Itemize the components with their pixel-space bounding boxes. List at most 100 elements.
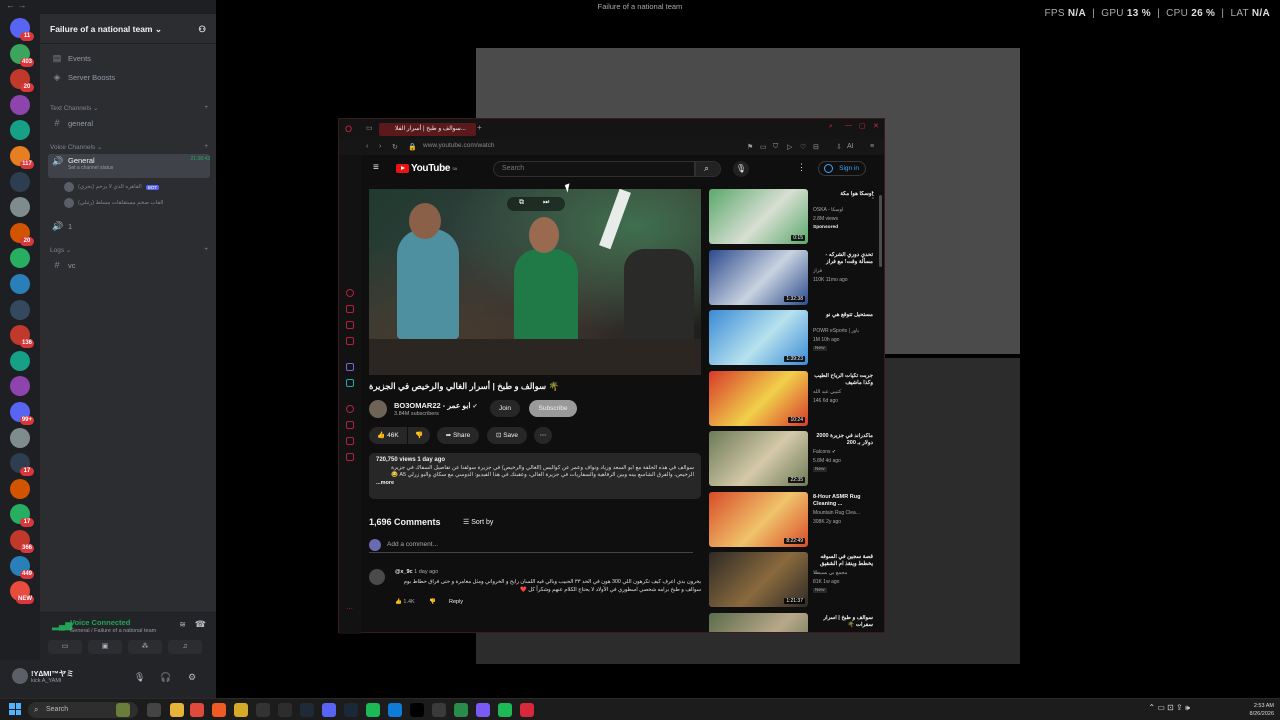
recommended-video[interactable]: 8:22:49 8-Hour ASMR Rug Cleaning ... Mount… — [709, 491, 879, 548]
category-voice-channels[interactable]: Voice Channels ⌄ + — [50, 143, 208, 151]
video-thumbnail[interactable]: 1:32:38 — [709, 249, 808, 305]
camera-button[interactable]: ▭ — [48, 640, 82, 654]
spotify-icon[interactable] — [498, 703, 512, 717]
video-thumbnail[interactable]: 8:22:49 — [709, 491, 808, 547]
reload-icon[interactable]: ↻ — [392, 143, 398, 151]
commenter-avatar[interactable] — [369, 569, 385, 585]
server-icon[interactable]: 366 — [10, 530, 34, 553]
back-icon[interactable]: ‹ — [366, 143, 368, 150]
sidebar-downloads-icon[interactable] — [346, 421, 354, 429]
voice-member[interactable]: القاهره الذي لا يرحم (بحري) BOT — [64, 182, 210, 192]
server-icon[interactable] — [10, 350, 30, 371]
next-icon[interactable]: ⏭ — [543, 199, 549, 207]
voice-member[interactable]: القاب صخم مستقلقات مسلط (رتبلي) — [64, 198, 210, 208]
channel-status[interactable]: Set a channel status — [68, 165, 113, 171]
opera-logo-icon[interactable]: O — [345, 124, 352, 134]
add-channel-icon[interactable]: + — [204, 143, 208, 151]
comment-reply-button[interactable]: Reply — [449, 599, 463, 605]
sign-in-button[interactable]: Sign in — [818, 161, 866, 176]
category-text-channels[interactable]: Text Channels ⌄ + — [50, 104, 208, 112]
recommended-video[interactable]: 22:35 ماكدراند في جزيرة 2000 دولار بـ 200… — [709, 431, 879, 487]
widgets-icon[interactable] — [116, 703, 130, 717]
like-button[interactable]: 👍 46K — [369, 427, 407, 444]
server-icon[interactable]: 20 — [10, 69, 34, 93]
recommended-video[interactable]: 1:32:38 تحدي دوري الشركه - مسألة وقت! مع … — [709, 249, 879, 306]
explorer-icon[interactable] — [170, 703, 184, 717]
x-icon[interactable] — [410, 703, 424, 717]
tray-icons[interactable]: ⌃ ▭ ⊡ ⇪ 🕪 — [1148, 703, 1190, 713]
channel-name[interactable]: BO3OMAR22 - ابو عمر ✔ — [394, 401, 478, 410]
video-thumbnail[interactable]: 10:24 — [709, 370, 808, 426]
more-vert-icon[interactable]: ⋮ — [869, 191, 877, 200]
voice-connected-subtitle[interactable]: General / Failure of a national team — [70, 628, 156, 634]
download-icon[interactable]: ⇩ — [836, 143, 842, 151]
video-thumbnail[interactable] — [709, 612, 808, 632]
server-icon[interactable]: 117 — [10, 146, 34, 169]
comment-like-button[interactable]: 👍 1.4K — [395, 599, 415, 605]
youtube-logo[interactable]: YouTube SA — [396, 163, 457, 174]
heart-icon[interactable]: ♡ — [800, 143, 806, 151]
menu-icon[interactable]: ≡ — [870, 143, 874, 150]
store-icon[interactable] — [432, 703, 446, 717]
user-avatar[interactable] — [12, 668, 28, 684]
disconnect-icon[interactable]: ☎ — [195, 619, 206, 630]
more-link[interactable]: ...more — [376, 480, 694, 488]
bookmark-icon[interactable]: ⚑ — [747, 143, 753, 151]
voice-channel-general[interactable]: 🔊 General Set a channel status 21:38:43 — [48, 154, 210, 178]
hamburger-menu-icon[interactable]: ≡ — [373, 162, 379, 173]
video-thumbnail[interactable]: 1:39:23 — [709, 310, 808, 365]
activities-button[interactable]: ⁂ — [128, 640, 162, 654]
edge-icon[interactable] — [388, 703, 402, 717]
play-icon[interactable]: ▷ — [787, 143, 792, 151]
server-icon[interactable] — [10, 248, 30, 269]
more-vert-icon[interactable]: ⋮ — [797, 162, 806, 173]
share-button[interactable]: ➦ Share — [437, 427, 479, 444]
server-icon[interactable] — [10, 299, 30, 320]
chrome-icon[interactable] — [190, 703, 204, 717]
add-comment-field[interactable]: Add a comment... — [369, 539, 693, 553]
steam-launcher-icon[interactable] — [300, 703, 314, 717]
comment-dislike-button[interactable]: 👎 — [429, 599, 436, 605]
server-icon[interactable]: 403 — [10, 43, 34, 67]
epic-games-icon[interactable] — [256, 703, 270, 717]
minimize-icon[interactable]: — — [845, 122, 852, 129]
url-field[interactable]: www.youtube.com/watch — [423, 142, 495, 149]
sidebar-aria-icon[interactable] — [346, 289, 354, 297]
server-icon[interactable]: 11 — [10, 18, 34, 41]
ai-button[interactable]: AI — [847, 143, 854, 150]
save-button[interactable]: ⊡ Save — [487, 427, 527, 444]
video-player[interactable]: ⧉ ⏭ — [369, 189, 701, 375]
taskbar-clock[interactable]: 2:53 AM 8/26/2026 — [1250, 702, 1274, 718]
close-icon[interactable]: ✕ — [873, 122, 879, 130]
sidebar-instagram-icon[interactable] — [346, 337, 354, 345]
search-input[interactable]: Search — [493, 161, 695, 177]
new-tab-icon[interactable]: + — [477, 123, 482, 132]
join-button[interactable]: Join — [490, 400, 520, 417]
server-icon[interactable] — [10, 274, 30, 294]
steam-icon[interactable] — [344, 703, 358, 717]
server-icon[interactable]: 17 — [10, 453, 34, 477]
video-description[interactable]: 720,750 views 1 day ago سوالف في هذه الح… — [369, 453, 701, 499]
server-icon[interactable]: 20 — [10, 222, 34, 246]
task-view-icon[interactable] — [147, 703, 161, 717]
brave-icon[interactable] — [212, 703, 226, 717]
video-thumbnail[interactable]: 1:21:37 — [709, 552, 808, 607]
add-friend-icon[interactable]: ⚇ — [198, 24, 206, 43]
add-channel-icon[interactable]: + — [204, 104, 208, 112]
sidebar-history-icon[interactable] — [346, 405, 354, 413]
spotify-icon[interactable] — [366, 703, 380, 717]
server-icon[interactable] — [10, 427, 30, 448]
recommended-video[interactable]: 0:15 أوسكا هوا مكة OSKA - اوسكا 2.8M views S… — [709, 189, 879, 245]
server-icon[interactable] — [10, 376, 30, 397]
photos-icon[interactable] — [454, 703, 468, 717]
sidebar-messenger-icon[interactable] — [346, 305, 354, 313]
search-button[interactable]: ⌕ — [695, 161, 721, 177]
server-icon[interactable]: 449 — [10, 555, 34, 579]
miniplayer-controls[interactable]: ⧉ ⏭ — [507, 197, 565, 211]
recommended-video[interactable]: 10:24 جربت تكيات الرياح الطيب وكذا ماشيف ك… — [709, 370, 879, 427]
soundboard-button[interactable]: ♫ — [168, 640, 202, 654]
snapshot-icon[interactable]: ▭ — [760, 143, 767, 151]
recommended-video[interactable]: سوالف و طبخ | أسرار سفرات 🌴 — [709, 612, 879, 632]
server-icon[interactable] — [10, 171, 30, 192]
sidebar-bookmarks-icon[interactable] — [346, 437, 354, 445]
